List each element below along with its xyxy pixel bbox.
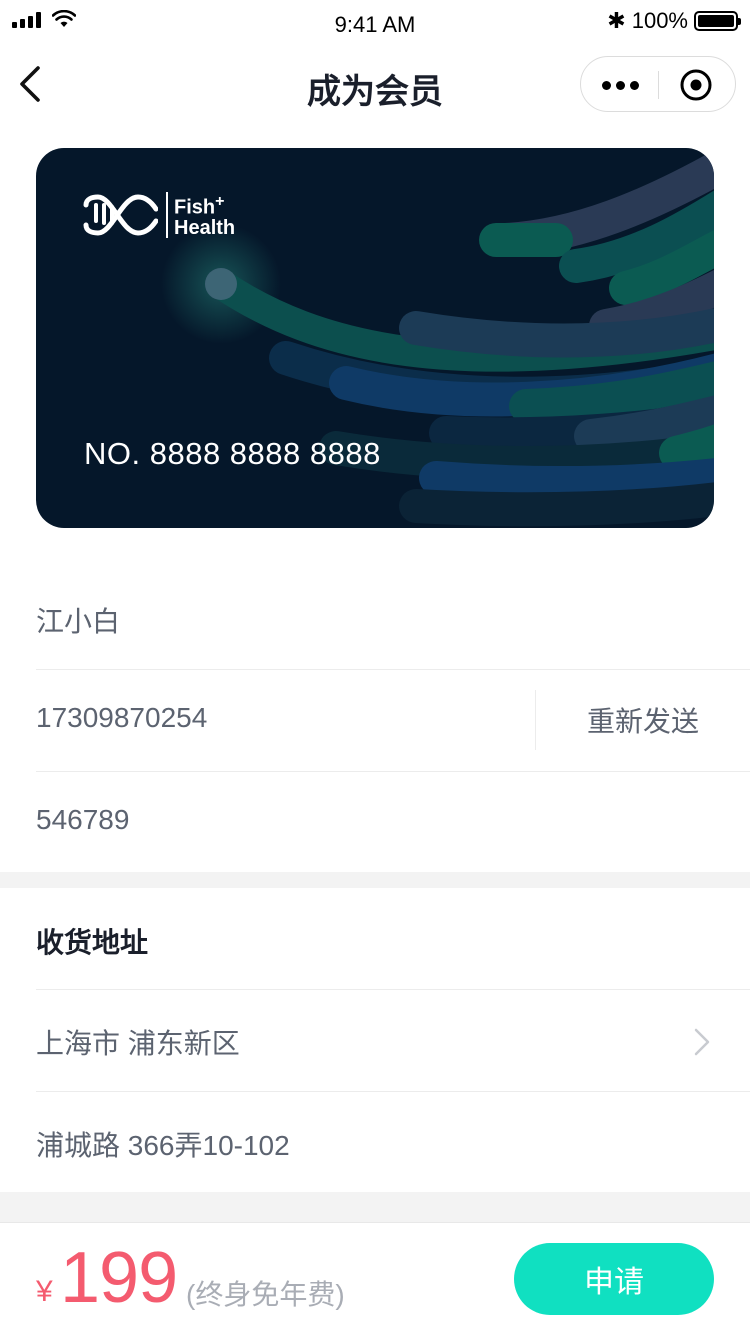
bottom-action-bar: ¥ 199 (终身免年费) 申请: [0, 1222, 750, 1334]
section-divider-bottom: [0, 1192, 750, 1222]
address-section-header: 收货地址: [36, 888, 750, 990]
membership-card: Fish+ Health NO. 8888 8888 8888: [36, 148, 714, 528]
address-section-title: 收货地址: [36, 927, 149, 958]
region-value: 上海市 浦东新区: [36, 1028, 240, 1059]
more-button[interactable]: [581, 57, 659, 113]
target-circle-icon: [680, 69, 712, 101]
name-field[interactable]: 江小白: [36, 568, 750, 670]
code-value: 546789: [36, 804, 130, 835]
mini-program-capsule: [580, 56, 736, 112]
price-note: (终身免年费): [186, 1279, 345, 1310]
street-value: 浦城路 366弄10-102: [36, 1130, 290, 1161]
logo-wordmark: Fish+ Health: [166, 192, 235, 238]
chevron-right-icon: [694, 1028, 710, 1056]
bluetooth-icon: ✱: [607, 8, 626, 33]
more-dots-icon: [601, 80, 611, 90]
price-value: 199: [60, 1238, 178, 1318]
close-mini-program-button[interactable]: [657, 57, 735, 113]
status-bar: 9:41 AM ✱ 100%: [0, 0, 750, 48]
fish-health-logo: Fish+ Health: [82, 192, 235, 238]
region-selector[interactable]: 上海市 浦东新区: [36, 990, 750, 1092]
status-right: ✱ 100%: [607, 8, 741, 34]
verification-code-field[interactable]: 546789: [36, 772, 750, 874]
name-value: 江小白: [36, 606, 121, 637]
section-divider: [0, 872, 750, 888]
battery-percent: 100%: [631, 8, 688, 33]
currency-symbol: ¥: [36, 1275, 53, 1308]
phone-value: 17309870254: [36, 702, 208, 733]
fish-logo-icon: [83, 194, 158, 236]
card-number: NO. 8888 8888 8888: [84, 436, 381, 471]
apply-button[interactable]: 申请: [514, 1243, 714, 1315]
battery-icon: [694, 11, 741, 31]
navigation-bar: 成为会员: [0, 48, 750, 128]
phone-field[interactable]: 17309870254 重新发送: [36, 670, 750, 772]
street-address-field[interactable]: 浦城路 366弄10-102: [36, 1092, 750, 1194]
resend-code-button[interactable]: 重新发送: [535, 690, 750, 750]
